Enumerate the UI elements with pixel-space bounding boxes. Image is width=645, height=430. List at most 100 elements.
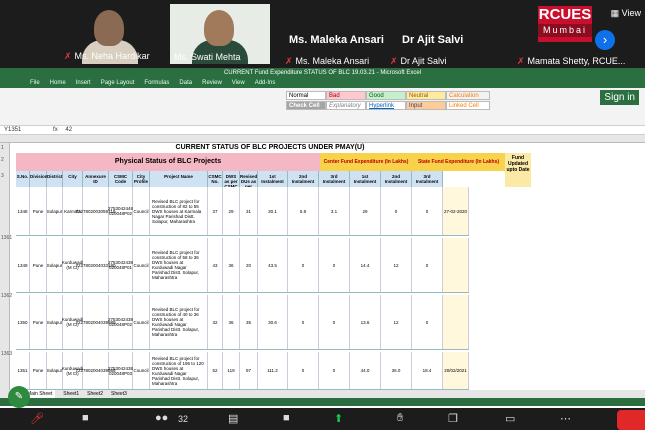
annotate-pen-button[interactable]: ✎ [8, 386, 30, 408]
mute-icon[interactable]: 🎤︎ [30, 412, 44, 425]
view-button[interactable]: ▦ View [611, 8, 641, 19]
table-cell-district[interactable]: Solapur [47, 187, 63, 235]
tab-page-layout[interactable]: Page Layout [101, 78, 135, 88]
table-cell-profile[interactable]: Council [133, 187, 150, 235]
table-cell-s1[interactable]: 14.4 [350, 238, 381, 292]
sheet-tab[interactable]: Sheet1 [63, 390, 79, 398]
table-cell-c2[interactable]: 0 [288, 238, 319, 292]
table-cell-c2[interactable]: 5.8 [288, 187, 319, 235]
style-input[interactable]: Input [406, 101, 446, 110]
table-cell-project[interactable]: Revised BLC project for construction of … [150, 295, 208, 349]
table-cell-s3[interactable]: 0 [412, 295, 443, 349]
table-cell-c3[interactable]: 0 [319, 238, 350, 292]
name-box[interactable]: Y1351 [4, 127, 21, 133]
sheet-tab[interactable]: Sheet2 [87, 390, 103, 398]
table-cell-c1[interactable]: 111.2 [258, 352, 288, 389]
end-meeting-button[interactable] [617, 410, 645, 430]
tab-data[interactable]: Data [179, 78, 192, 88]
participant-tile[interactable]: Ms. Swati Mehta [170, 4, 270, 64]
style-explanatory[interactable]: Explanatory [326, 101, 366, 110]
table-cell-rev[interactable]: 35 [240, 295, 258, 349]
table-cell-district[interactable]: Solapur [47, 295, 63, 349]
table-cell-csmcno[interactable]: 32 [208, 295, 223, 349]
table-cell-annex[interactable]: 7227802004039989 [75, 352, 116, 389]
style-hyperlink[interactable]: Hyperlink [366, 101, 406, 110]
table-cell-c3[interactable]: 0 [319, 295, 350, 349]
table-cell-annex[interactable]: 7227802003059719 [75, 187, 116, 235]
table-cell-csmc[interactable]: 2753042438 020048P01 [108, 238, 133, 292]
table-cell-sno[interactable]: 1348 [16, 187, 30, 235]
reactions-icon[interactable]: ■ [283, 412, 290, 424]
participant-tile[interactable]: ✗ Ms. Neha Hardikar [60, 4, 160, 64]
ellipsis-icon[interactable]: ⋯ [560, 412, 571, 425]
table-cell-s1[interactable]: 29 [350, 187, 381, 235]
table-cell-project[interactable]: Revised BLC project for construction of … [150, 187, 208, 235]
table-cell-date[interactable]: 20/02/2021 [443, 352, 469, 389]
table-cell-project[interactable]: Revised BLC project for construction of … [150, 352, 208, 389]
raise-hand-icon[interactable]: ✋︎ [397, 412, 403, 425]
style-check-cell[interactable]: Check Cell [286, 101, 326, 110]
table-cell-c2[interactable]: 0 [288, 295, 319, 349]
table-row[interactable]: 1349 Pune Solapur Kurduwadi (M Cl) 722780200… [16, 238, 469, 293]
table-cell-dws[interactable]: 119 [223, 352, 240, 389]
tab-formulas[interactable]: Formulas [144, 78, 169, 88]
worksheet[interactable]: 1 2 3 1361 1362 1363 CURRENT STATUS OF B… [0, 143, 645, 390]
style-calculation[interactable]: Calculation [446, 91, 490, 100]
table-cell-csmc[interactable]: 2753042448 020048P02 [108, 187, 133, 235]
table-cell-s2[interactable]: 12 [381, 238, 412, 292]
table-row[interactable]: 1350 Pune Solapur Kurduwadi (M Cl) 722780200… [16, 295, 469, 350]
table-cell-sno[interactable]: 1350 [16, 295, 30, 349]
sign-in-button[interactable]: Sign in [600, 90, 639, 105]
table-cell-csmcno[interactable]: 52 [208, 352, 223, 389]
style-bad[interactable]: Bad [326, 91, 366, 100]
table-cell-date[interactable] [443, 295, 469, 349]
table-cell-district[interactable]: Solapur [47, 238, 63, 292]
table-cell-profile[interactable]: Council [133, 295, 150, 349]
tab-insert[interactable]: Insert [76, 78, 91, 88]
tab-file[interactable]: File [30, 78, 40, 88]
table-cell-s3[interactable]: 18.4 [412, 352, 443, 389]
style-neutral[interactable]: Neutral [406, 91, 446, 100]
table-cell-dws[interactable]: 36 [223, 295, 240, 349]
table-cell-division[interactable]: Pune [30, 187, 47, 235]
table-cell-dws[interactable]: 36 [223, 238, 240, 292]
table-cell-csmcno[interactable]: 37 [208, 187, 223, 235]
table-cell-s3[interactable]: 0 [412, 238, 443, 292]
table-cell-s1[interactable]: 13.6 [350, 295, 381, 349]
tab-view[interactable]: View [232, 78, 245, 88]
participants-icon[interactable]: ●● [155, 412, 168, 424]
table-cell-annex[interactable]: 7227802004033180 [75, 238, 116, 292]
share-screen-icon[interactable]: ⬆ [334, 412, 343, 425]
table-cell-s3[interactable]: 0 [412, 187, 443, 235]
table-cell-date[interactable] [443, 238, 469, 292]
tab-home[interactable]: Home [50, 78, 66, 88]
sheet-tab[interactable]: Sheet3 [111, 390, 127, 398]
table-cell-date[interactable]: 27-02-2020 [443, 187, 469, 235]
table-cell-profile[interactable]: Council [133, 352, 150, 389]
table-cell-c3[interactable]: 0 [319, 352, 350, 389]
tab-add-ins[interactable]: Add-Ins [255, 78, 276, 88]
table-cell-c2[interactable]: 0 [288, 352, 319, 389]
table-cell-profile[interactable]: Council [133, 238, 150, 292]
table-cell-s2[interactable]: 0 [381, 187, 412, 235]
table-cell-c1[interactable]: 30.1 [258, 187, 288, 235]
style-good[interactable]: Good [366, 91, 406, 100]
video-icon[interactable]: ■ [82, 412, 89, 424]
table-cell-csmc[interactable]: 2753042438 020048P02 [108, 295, 133, 349]
table-cell-s2[interactable]: 36.0 [381, 352, 412, 389]
next-page-button[interactable]: › [595, 30, 615, 50]
table-cell-annex[interactable]: 7227802004039989 [75, 295, 116, 349]
table-cell-csmcno[interactable]: 43 [208, 238, 223, 292]
table-cell-division[interactable]: Pune [30, 352, 47, 389]
table-cell-c1[interactable]: 30.6 [258, 295, 288, 349]
table-row[interactable]: 1348 Pune Solapur Karmala 7227802003059719 27… [16, 187, 469, 236]
table-cell-dws[interactable]: 29 [223, 187, 240, 235]
style-linked-cell[interactable]: Linked Cell [446, 101, 490, 110]
table-cell-division[interactable]: Pune [30, 238, 47, 292]
table-cell-c1[interactable]: 43.5 [258, 238, 288, 292]
table-cell-division[interactable]: Pune [30, 295, 47, 349]
table-cell-s1[interactable]: 44.0 [350, 352, 381, 389]
table-cell-project[interactable]: Revised BLC project for construction of … [150, 238, 208, 292]
table-cell-rev[interactable]: 31 [240, 187, 258, 235]
table-cell-c3[interactable]: 3.1 [319, 187, 350, 235]
